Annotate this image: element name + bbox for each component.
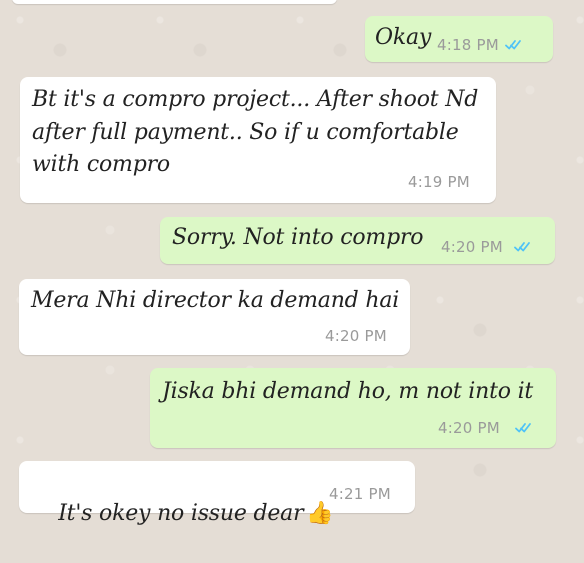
double-check-read-icon [515,422,533,434]
message-text: Jiska bhi demand ho, m not into it [162,379,534,404]
message-time: 4:20 PM [325,327,387,345]
message-bubble-incoming[interactable]: Mera Nhi director ka demand hai 4:20 PM [19,279,410,355]
message-text: Sorry. Not into compro [172,225,424,250]
message-text: Okay [375,25,432,50]
message-bubble-incoming[interactable]: Bt it's a compro project... After shoot … [20,77,496,203]
message-text: Bt it's a compro project... After shoot … [32,87,479,178]
message-bubble-incoming[interactable]: It's okey no issue dear 👍 4:21 PM [19,461,415,526]
message-text-part: It's okey no issue dear [58,500,304,526]
message-time: 4:20 PM [438,419,500,437]
message-text: It's okey no issue dear 👍 [31,465,334,563]
message-bubble-outgoing[interactable]: Sorry. Not into compro 4:20 PM [160,217,555,264]
message-bubble-outgoing[interactable]: Okay 4:18 PM [365,16,553,62]
message-time: 4:18 PM [437,36,499,54]
message-time: 4:20 PM [441,238,503,256]
message-time: 4:19 PM [408,173,470,191]
thumbs-up-emoji-icon: 👍 [306,500,334,526]
message-text: Mera Nhi director ka demand hai [31,288,400,313]
double-check-read-icon [505,39,523,51]
double-check-read-icon [514,241,532,253]
previous-message-bubble [12,0,337,4]
message-time: 4:21 PM [329,485,391,503]
message-bubble-outgoing[interactable]: Jiska bhi demand ho, m not into it 4:20 … [150,368,556,448]
